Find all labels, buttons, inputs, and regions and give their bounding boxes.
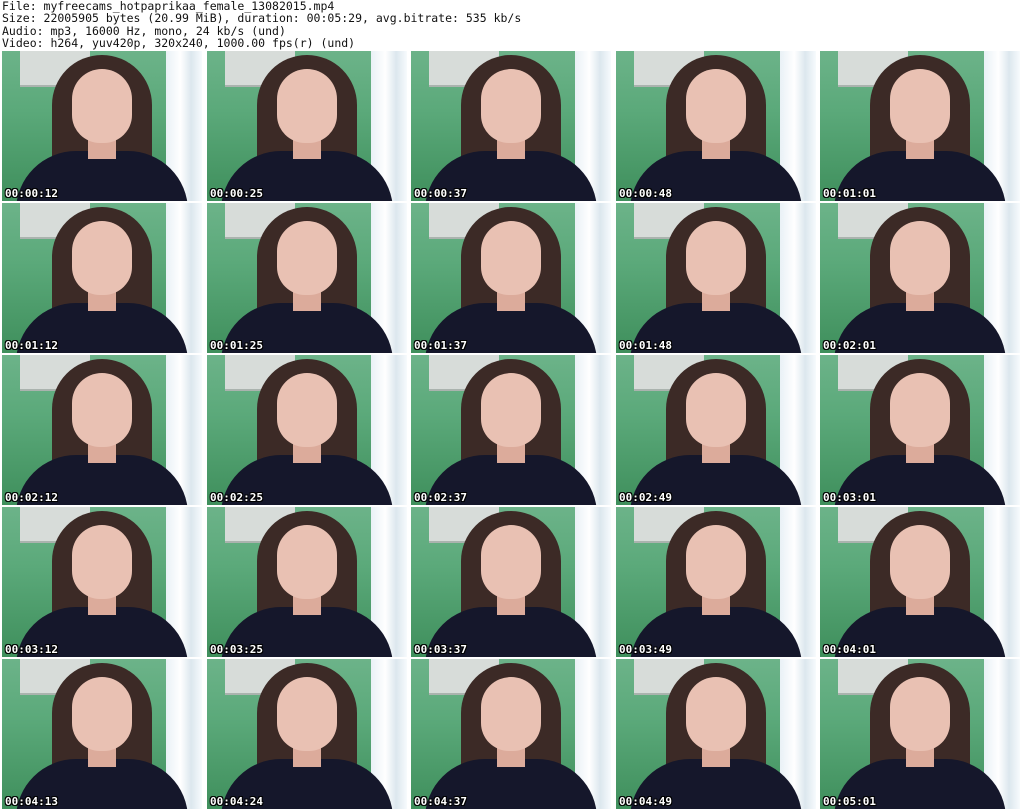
frame-person-face (890, 373, 950, 447)
video-frame-thumbnail: 00:02:01 (820, 203, 1020, 353)
video-frame-thumbnail: 00:03:12 (2, 507, 202, 657)
frame-timestamp: 00:04:24 (210, 795, 263, 808)
frame-timestamp: 00:00:37 (414, 187, 467, 200)
frame-person-face (277, 373, 337, 447)
thumbnail-grid: 00:00:12 00:00:25 00:00:37 00:00:48 00:01:01… (0, 51, 1024, 811)
video-frame-thumbnail: 00:02:49 (616, 355, 816, 505)
frame-timestamp: 00:02:49 (619, 491, 672, 504)
video-frame-thumbnail: 00:01:25 (207, 203, 407, 353)
video-frame-thumbnail: 00:00:48 (616, 51, 816, 201)
frame-person-face (686, 69, 746, 143)
video-frame-thumbnail: 00:03:25 (207, 507, 407, 657)
frame-timestamp: 00:00:25 (210, 187, 263, 200)
video-frame-thumbnail: 00:01:37 (411, 203, 611, 353)
frame-timestamp: 00:04:49 (619, 795, 672, 808)
video-frame-thumbnail: 00:02:12 (2, 355, 202, 505)
frame-person-face (890, 69, 950, 143)
video-frame-thumbnail: 00:04:37 (411, 659, 611, 809)
frame-person-face (72, 221, 132, 295)
frame-person-face (277, 221, 337, 295)
video-frame-thumbnail: 00:05:01 (820, 659, 1020, 809)
video-frame-thumbnail: 00:00:12 (2, 51, 202, 201)
video-frame-thumbnail: 00:04:01 (820, 507, 1020, 657)
size-line: Size: 22005905 bytes (20.99 MiB), durati… (2, 11, 522, 26)
frame-person-face (72, 69, 132, 143)
video-frame-thumbnail: 00:02:25 (207, 355, 407, 505)
frame-timestamp: 00:02:37 (414, 491, 467, 504)
video-frame-thumbnail: 00:00:25 (207, 51, 407, 201)
frame-person-face (481, 677, 541, 751)
video-frame-thumbnail: 00:04:24 (207, 659, 407, 809)
frame-person-face (890, 525, 950, 599)
frame-person-face (481, 69, 541, 143)
frame-person-face (686, 373, 746, 447)
frame-person-face (277, 525, 337, 599)
frame-person-face (481, 525, 541, 599)
frame-timestamp: 00:01:01 (823, 187, 876, 200)
frame-timestamp: 00:04:37 (414, 795, 467, 808)
frame-person-face (686, 677, 746, 751)
frame-person-face (686, 525, 746, 599)
video-frame-thumbnail: 00:01:12 (2, 203, 202, 353)
video-info-header: File: myfreecams_hotpaprikaa_female_1308… (0, 0, 1024, 50)
video-line: Video: h264, yuv420p, 320x240, 1000.00 f… (2, 35, 356, 50)
frame-timestamp: 00:03:49 (619, 643, 672, 656)
frame-person-face (72, 677, 132, 751)
frame-timestamp: 00:03:37 (414, 643, 467, 656)
video-frame-thumbnail: 00:00:37 (411, 51, 611, 201)
video-frame-thumbnail: 00:01:01 (820, 51, 1020, 201)
frame-person-face (481, 221, 541, 295)
video-frame-thumbnail: 00:03:37 (411, 507, 611, 657)
frame-timestamp: 00:04:01 (823, 643, 876, 656)
frame-person-face (481, 373, 541, 447)
frame-person-face (686, 221, 746, 295)
frame-timestamp: 00:01:48 (619, 339, 672, 352)
frame-timestamp: 00:02:25 (210, 491, 263, 504)
frame-timestamp: 00:00:48 (619, 187, 672, 200)
video-frame-thumbnail: 00:04:13 (2, 659, 202, 809)
frame-person-face (890, 677, 950, 751)
video-frame-thumbnail: 00:03:01 (820, 355, 1020, 505)
frame-timestamp: 00:03:12 (5, 643, 58, 656)
frame-timestamp: 00:01:37 (414, 339, 467, 352)
frame-person-face (277, 69, 337, 143)
video-frame-thumbnail: 00:03:49 (616, 507, 816, 657)
frame-person-face (890, 221, 950, 295)
frame-timestamp: 00:01:25 (210, 339, 263, 352)
frame-timestamp: 00:01:12 (5, 339, 58, 352)
frame-timestamp: 00:03:25 (210, 643, 263, 656)
frame-timestamp: 00:04:13 (5, 795, 58, 808)
frame-timestamp: 00:05:01 (823, 795, 876, 808)
frame-timestamp: 00:02:12 (5, 491, 58, 504)
frame-timestamp: 00:00:12 (5, 187, 58, 200)
video-frame-thumbnail: 00:02:37 (411, 355, 611, 505)
frame-timestamp: 00:02:01 (823, 339, 876, 352)
video-frame-thumbnail: 00:04:49 (616, 659, 816, 809)
frame-timestamp: 00:03:01 (823, 491, 876, 504)
frame-person-face (277, 677, 337, 751)
video-frame-thumbnail: 00:01:48 (616, 203, 816, 353)
frame-person-face (72, 525, 132, 599)
frame-person-face (72, 373, 132, 447)
